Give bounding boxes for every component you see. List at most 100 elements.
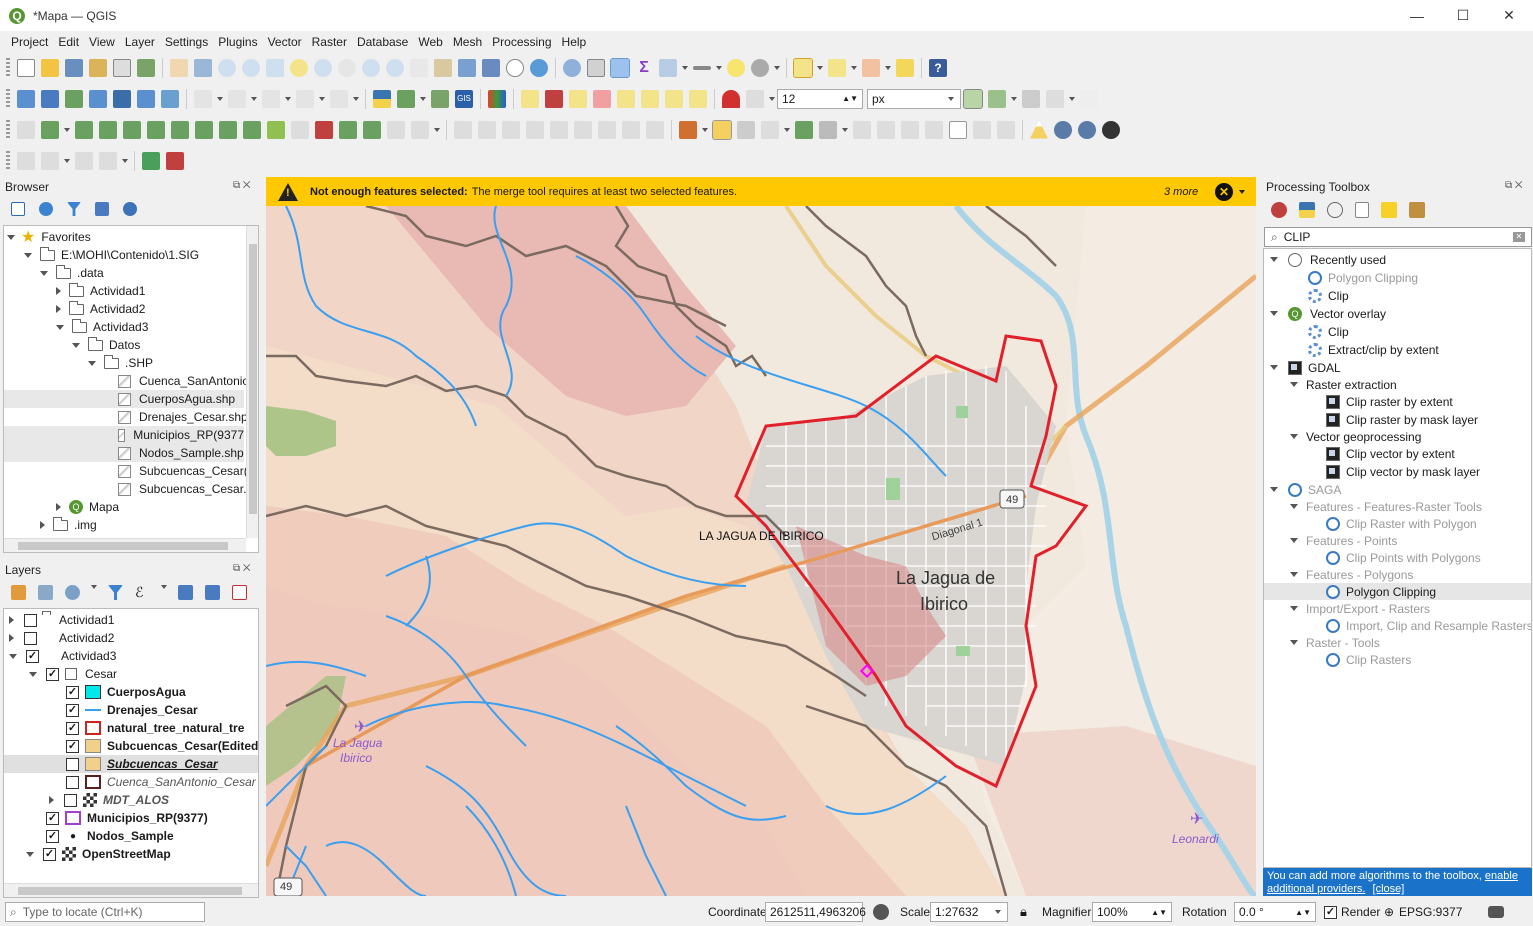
digitize-2-icon[interactable] bbox=[41, 120, 59, 139]
layer-openstreetmap[interactable]: OpenStreetMap bbox=[26, 845, 171, 863]
open-table-icon[interactable] bbox=[659, 58, 677, 77]
adv-digitize-5-icon[interactable] bbox=[550, 120, 568, 139]
layers-hscrollbar[interactable] bbox=[4, 883, 258, 897]
layer-municipios[interactable]: Municipios_RP(9377) bbox=[46, 809, 208, 827]
select-features-icon[interactable] bbox=[793, 57, 813, 78]
snap-filter-icon[interactable] bbox=[963, 88, 983, 109]
zoom-last-icon[interactable] bbox=[362, 58, 380, 77]
scale-combo[interactable]: 1:27632 bbox=[930, 902, 1008, 922]
vector-tool-5-icon[interactable] bbox=[330, 89, 348, 108]
layer-visibility-checkbox[interactable] bbox=[24, 631, 37, 645]
magnifier-spinbox[interactable]: 100% ▲▼ bbox=[1092, 902, 1172, 922]
crs-globe-icon[interactable]: ⊕ bbox=[1384, 905, 1394, 919]
adv-digitize-9-icon[interactable] bbox=[646, 120, 664, 139]
new-project-icon[interactable] bbox=[17, 58, 35, 77]
plugin-2-icon[interactable] bbox=[488, 89, 506, 108]
toolbox-alg-clip[interactable]: Clip bbox=[1308, 323, 1349, 340]
toolbox-alg-clip-vector-mask[interactable]: Clip vector by mask layer bbox=[1326, 463, 1480, 480]
gis-plugin-icon[interactable]: GIS bbox=[455, 89, 473, 108]
redo-icon[interactable] bbox=[997, 120, 1015, 139]
browser-item-datos[interactable]: Datos bbox=[72, 336, 140, 354]
layer-visibility-checkbox[interactable] bbox=[64, 793, 77, 807]
add-mesh-icon[interactable] bbox=[137, 89, 155, 108]
toggle-editing-icon[interactable] bbox=[712, 119, 732, 140]
layer-visibility-checkbox[interactable] bbox=[43, 847, 56, 861]
browser-vscrollbar[interactable] bbox=[246, 226, 258, 538]
filter-expression-icon[interactable]: ℰ bbox=[135, 585, 150, 600]
layer-subcuencas-selected[interactable]: Subcuencas_Cesar bbox=[4, 755, 258, 773]
close-window-button[interactable]: ✕ bbox=[1486, 0, 1532, 31]
save-project-icon[interactable] bbox=[65, 58, 83, 77]
label-move-icon[interactable] bbox=[617, 89, 635, 108]
browser-item-actividad3[interactable]: Actividad3 bbox=[56, 318, 148, 336]
digitize-10-icon[interactable] bbox=[243, 120, 261, 139]
lock-icon[interactable]: 🔒︎ bbox=[1020, 904, 1027, 920]
zoom-native-icon[interactable] bbox=[338, 58, 356, 77]
layer-natural-tree[interactable]: natural_tree_natural_tre bbox=[66, 719, 244, 737]
filter-legend-icon[interactable] bbox=[108, 585, 123, 600]
layer-visibility-checkbox[interactable] bbox=[66, 757, 79, 771]
triangle-plugin-icon[interactable] bbox=[1030, 120, 1048, 139]
toolbox-alg-clip-raster-mask[interactable]: Clip raster by mask layer bbox=[1326, 411, 1478, 428]
add-wms-icon[interactable] bbox=[161, 89, 179, 108]
render-checkbox[interactable] bbox=[1324, 905, 1337, 919]
snapping-magnet-icon[interactable] bbox=[722, 89, 740, 108]
node-tool-icon[interactable] bbox=[853, 120, 871, 139]
menu-help[interactable]: Help bbox=[557, 35, 592, 49]
manage-visibility-icon[interactable] bbox=[65, 585, 80, 600]
pan-hand-icon[interactable] bbox=[170, 58, 188, 77]
menu-view[interactable]: View bbox=[84, 35, 120, 49]
adv-digitize-4-icon[interactable] bbox=[526, 120, 544, 139]
delete-selected-icon[interactable] bbox=[877, 120, 895, 139]
digitize-9-icon[interactable] bbox=[219, 120, 237, 139]
print-layout-icon[interactable] bbox=[113, 58, 131, 77]
misc-tool-1-icon[interactable] bbox=[17, 151, 35, 170]
temporal-icon[interactable] bbox=[506, 58, 524, 77]
label-show-icon[interactable] bbox=[593, 89, 611, 108]
browser-item-shp[interactable]: .SHP bbox=[88, 354, 153, 372]
attribute-table-icon[interactable] bbox=[587, 58, 605, 77]
digitize-1-icon[interactable] bbox=[17, 120, 35, 139]
toolbox-group-saga-features-raster[interactable]: Features - Features-Raster Tools bbox=[1290, 498, 1482, 515]
snap-tracing-icon[interactable] bbox=[1080, 89, 1098, 108]
zoom-full-icon[interactable] bbox=[266, 58, 284, 77]
maximize-button[interactable]: ☐ bbox=[1440, 0, 1486, 31]
vector-tool-3-icon[interactable] bbox=[262, 89, 280, 108]
style-panel-icon[interactable] bbox=[11, 585, 26, 600]
adv-digitize-3-icon[interactable] bbox=[502, 120, 520, 139]
menu-raster[interactable]: Raster bbox=[307, 35, 352, 49]
toolbox-search-input[interactable]: ⌕ CLIP ✕ bbox=[1264, 227, 1532, 247]
globe-plugin-3-icon[interactable] bbox=[1102, 120, 1120, 139]
browser-item-img[interactable]: .img bbox=[40, 516, 97, 534]
bookmark-icon[interactable] bbox=[458, 58, 476, 77]
edit-pencil-icon[interactable] bbox=[679, 120, 697, 139]
results-viewer-icon[interactable] bbox=[1355, 202, 1369, 218]
search-plugin-icon[interactable] bbox=[142, 151, 160, 170]
label-rotate-icon[interactable] bbox=[641, 89, 659, 108]
label-change-icon[interactable] bbox=[665, 89, 683, 108]
menu-project[interactable]: Project bbox=[6, 35, 53, 49]
toolbox-group-saga-points[interactable]: Features - Points bbox=[1290, 532, 1397, 549]
add-feature-icon[interactable] bbox=[795, 120, 813, 139]
browser-item-actividad1[interactable]: Actividad1 bbox=[56, 282, 145, 300]
menu-layer[interactable]: Layer bbox=[120, 35, 160, 49]
menu-plugins[interactable]: Plugins bbox=[213, 35, 262, 49]
models-icon[interactable] bbox=[1271, 202, 1287, 218]
layer-cuerposagua[interactable]: CuerposAgua bbox=[66, 683, 186, 701]
map-tips-icon[interactable] bbox=[727, 58, 745, 77]
browser-item-subcuencas-edited[interactable]: Subcuencas_Cesar(E bbox=[118, 462, 256, 480]
coordinate-field[interactable]: 2612511,4963206 bbox=[765, 902, 866, 922]
layer-visibility-checkbox[interactable] bbox=[66, 703, 79, 717]
browser-item-drenajes[interactable]: Drenajes_Cesar.shp bbox=[118, 408, 248, 426]
refresh-browser-icon[interactable] bbox=[39, 202, 53, 216]
label-pin-icon[interactable] bbox=[569, 89, 587, 108]
label-icon[interactable] bbox=[521, 89, 539, 108]
toolbox-alg-import-clip-resample[interactable]: Import, Clip and Resample Rasters bbox=[1326, 617, 1531, 634]
digitize-12-icon[interactable] bbox=[291, 120, 309, 139]
digitize-13-icon[interactable] bbox=[315, 120, 333, 139]
rotation-spinbox[interactable]: 0.0 ° ▲▼ bbox=[1234, 902, 1316, 922]
browser-float-close-icon[interactable]: ⧉ ✕ bbox=[233, 180, 251, 191]
browser-item-municipios[interactable]: Municipios_RP(9377 bbox=[4, 426, 244, 444]
message-more-link[interactable]: 3 more bbox=[1164, 186, 1198, 198]
label-diagram-icon[interactable] bbox=[689, 89, 707, 108]
